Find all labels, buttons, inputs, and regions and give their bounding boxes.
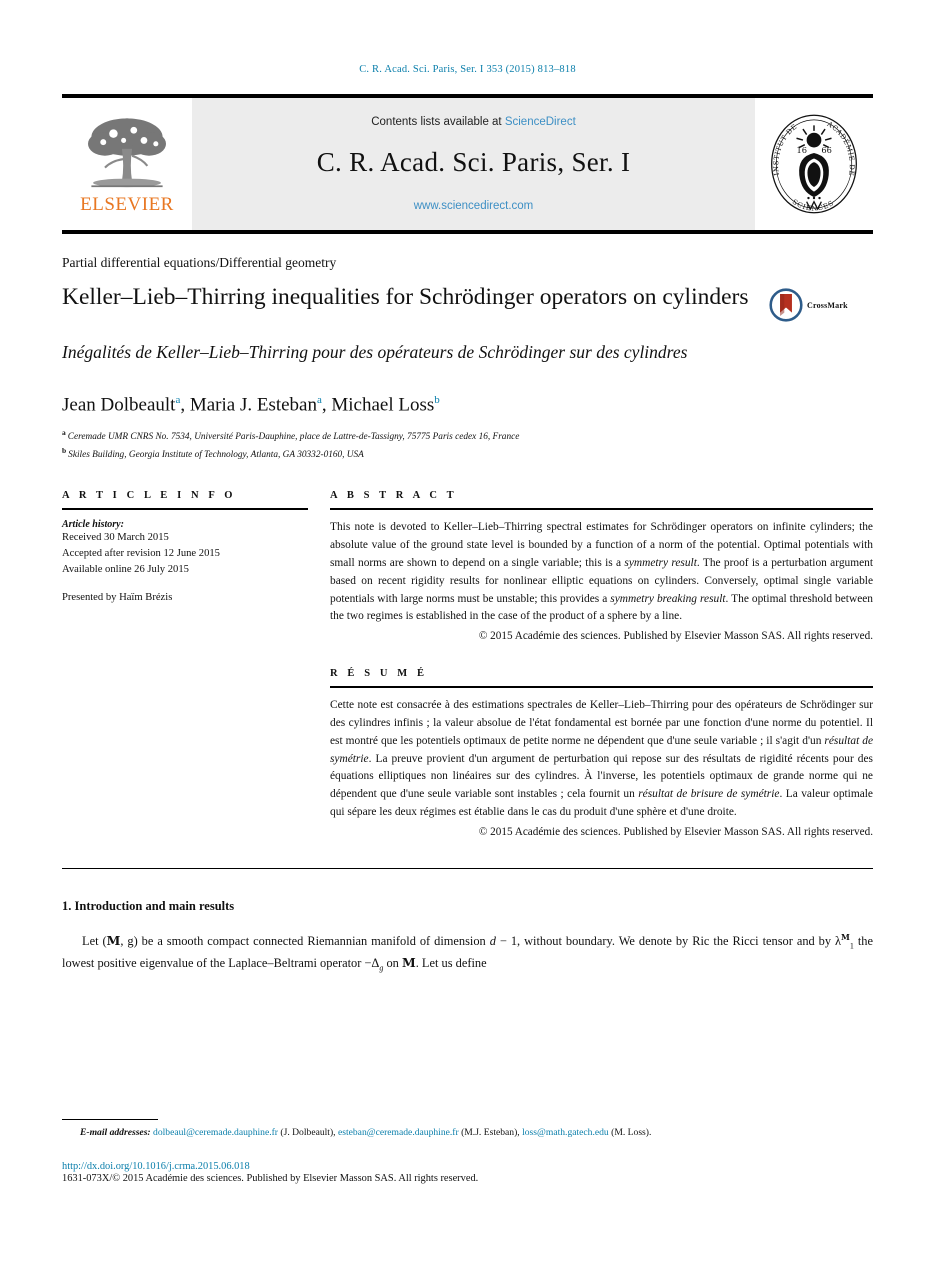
abstract-emph-2: symmetry breaking result [610, 592, 726, 605]
contents-prefix: Contents lists available at [371, 116, 502, 128]
resume-text-1: Cette note est consacrée à des estimatio… [330, 699, 873, 747]
journal-url-link[interactable]: www.sciencedirect.com [414, 200, 534, 212]
contents-available-line: Contents lists available at ScienceDirec… [371, 116, 576, 128]
doi-link[interactable]: http://dx.doi.org/10.1016/j.crma.2015.06… [62, 1161, 873, 1172]
resume-rule [330, 686, 873, 689]
author-affil-mark-2[interactable]: b [434, 394, 440, 406]
page-title: Keller–Lieb–Thirring inequalities for Sc… [62, 284, 749, 310]
running-head: C. R. Acad. Sci. Paris, Ser. I 353 (2015… [359, 64, 576, 75]
author-affil-mark-0[interactable]: a [175, 394, 180, 406]
journal-masthead: ELSEVIER Contents lists available at Sci… [62, 94, 873, 234]
affiliation-list: a Ceremade UMR CNRS No. 7534, Université … [62, 427, 873, 462]
article-info-column: A R T I C L E I N F O Article history: R… [62, 490, 330, 837]
article-info-rule [62, 508, 308, 511]
intro-part-5: on [383, 956, 402, 971]
presented-by: Presented by Haïm Brézis [62, 592, 173, 604]
email-addresses-line: E-mail addresses: dolbeaul@ceremade.daup… [80, 1127, 652, 1138]
author-name-0: Jean Dolbeault [62, 394, 176, 416]
author-affil-mark-1[interactable]: a [317, 394, 322, 406]
abstract-copyright: © 2015 Académie des sciences. Published … [478, 630, 873, 643]
resume-block: R É S U M É Cette note est consacrée à d… [330, 668, 873, 838]
affiliation-text-b: Skiles Building, Georgia Institute of Te… [68, 450, 364, 461]
title-row: Keller–Lieb–Thirring inequalities for Sc… [62, 282, 873, 322]
svg-text:16: 16 [797, 145, 808, 155]
abstract-rule [330, 508, 873, 511]
section-divider [62, 867, 873, 869]
manifold-symbol-1: M [106, 932, 121, 948]
email-owner-dolbeault: (J. Dolbeault) [280, 1127, 334, 1138]
intro-part-2: , g) be a smooth compact connected Riema… [120, 933, 490, 948]
eigenvalue-superscript: M [841, 931, 850, 942]
affiliation-a: a Ceremade UMR CNRS No. 7534, Université … [62, 427, 873, 445]
masthead-center: Contents lists available at ScienceDirec… [192, 94, 755, 234]
email-owner-esteban: (M.J. Esteban) [461, 1127, 518, 1138]
article-first-page: C. R. Acad. Sci. Paris, Ser. I 353 (2015… [0, 0, 935, 1266]
author-name-2: Michael Loss [331, 394, 435, 416]
email-link-esteban[interactable]: esteban@ceremade.dauphine.fr [338, 1127, 459, 1138]
crossmark-label: CrossMark [807, 300, 848, 310]
svg-text:66: 66 [821, 145, 832, 155]
email-owner-loss: (M. Loss) [611, 1127, 649, 1138]
abstract-text: This note is devoted to Keller–Lieb–Thir… [330, 519, 873, 626]
affiliation-text-a: Ceremade UMR CNRS No. 7534, Université P… [67, 432, 520, 443]
introduction-paragraph: Let (M, g) be a smooth compact connected… [62, 931, 873, 976]
introduction-heading: 1. Introduction and main results [62, 898, 235, 913]
elsevier-wordmark: ELSEVIER [80, 193, 174, 215]
abstract-heading: A B S T R A C T [330, 490, 458, 502]
intro-part-6: . Let us define [415, 956, 487, 971]
affiliation-mark-a: a [62, 428, 66, 438]
title-block: Keller–Lieb–Thirring inequalities for Sc… [62, 282, 769, 313]
journal-title: C. R. Acad. Sci. Paris, Ser. I [316, 147, 631, 177]
crossmark-icon [769, 288, 803, 322]
academy-seal: 16 66 INSTITUT DE FRANCE ACADÉMIE DES [755, 94, 873, 234]
intro-part-3: − 1, without boundary. We denote by Ric … [495, 933, 842, 948]
accepted-date: Accepted after revision 12 June 2015 [62, 548, 220, 560]
manifold-symbol-2: M [401, 955, 416, 971]
email-link-loss[interactable]: loss@math.gatech.edu [522, 1127, 609, 1138]
article-info-heading: A R T I C L E I N F O [62, 490, 237, 502]
affiliation-mark-b: b [62, 445, 67, 455]
crossmark-badge[interactable]: CrossMark [769, 282, 873, 322]
affiliation-b: b Skiles Building, Georgia Institute of T… [62, 445, 873, 463]
academie-des-sciences-seal-icon: 16 66 INSTITUT DE FRANCE ACADÉMIE DES [768, 112, 857, 214]
issn-copyright-line: 1631-073X/© 2015 Académie des sciences. … [62, 1173, 479, 1184]
footnote-rule [62, 1119, 158, 1120]
abstract-column: A B S T R A C T This note is devoted to … [330, 490, 873, 838]
intro-part-1: Let ( [82, 933, 107, 948]
resume-copyright: © 2015 Académie des sciences. Published … [478, 825, 873, 838]
author-list: Jean Dolbeaulta, Maria J. Estebana, Mich… [62, 394, 440, 416]
french-title: Inégalités de Keller–Lieb–Thirring pour … [62, 342, 688, 362]
page-footer: E-mail addresses: dolbeaul@ceremade.daup… [62, 1119, 873, 1184]
elsevier-tree-icon [88, 117, 166, 187]
resume-heading: R É S U M É [330, 668, 428, 680]
available-online-date: Available online 26 July 2015 [62, 564, 189, 576]
author-name-1: Maria J. Esteban [189, 394, 317, 416]
info-abstract-grid: A R T I C L E I N F O Article history: R… [62, 490, 873, 838]
sciencedirect-link[interactable]: ScienceDirect [505, 116, 576, 128]
article-history-label: Article history: [62, 519, 124, 531]
subject-category: Partial differential equations/Different… [62, 255, 337, 270]
svg-text:INSTITUT DE FRANCE: INSTITUT DE FRANCE [768, 112, 801, 176]
received-date: Received 30 March 2015 [62, 532, 169, 544]
email-link-dolbeault[interactable]: dolbeaul@ceremade.dauphine.fr [153, 1127, 278, 1138]
abstract-emph-1: symmetry result [624, 557, 697, 570]
resume-emph-2: résultat de brisure de symétrie [638, 788, 780, 801]
publisher-logo: ELSEVIER [62, 94, 192, 234]
email-label: E-mail addresses: [80, 1127, 151, 1138]
resume-text: Cette note est consacrée à des estimatio… [330, 697, 873, 821]
